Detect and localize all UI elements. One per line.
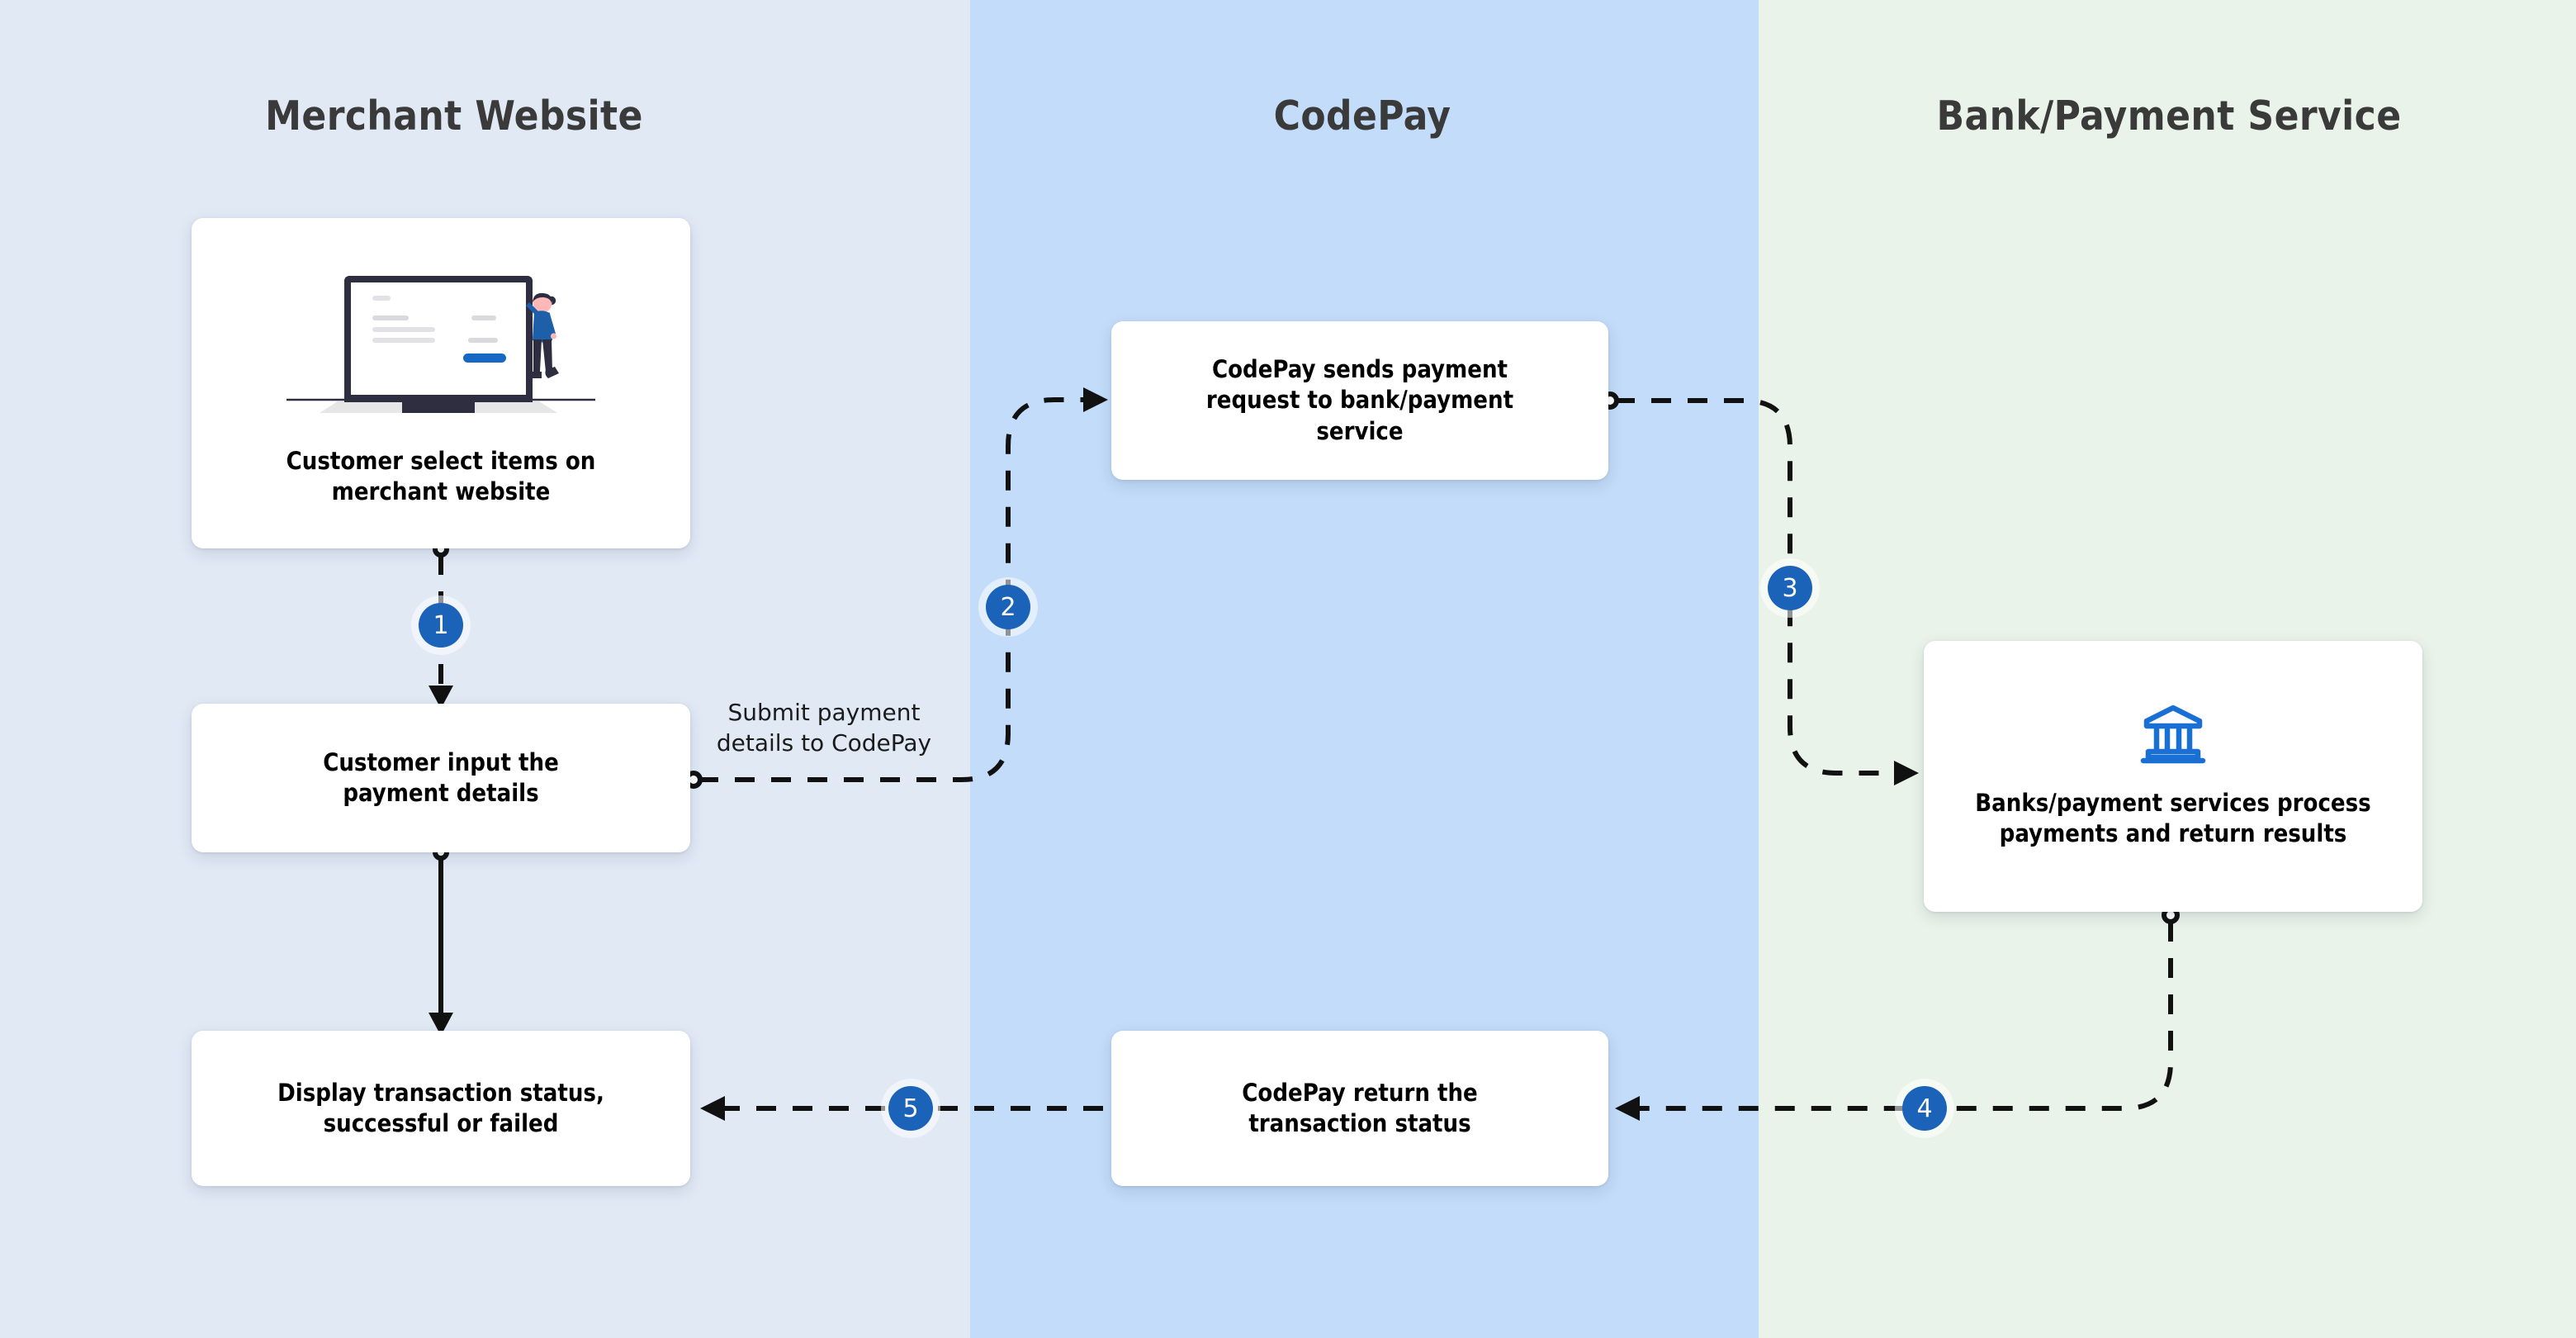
step-badge-2[interactable]: 2	[986, 585, 1030, 629]
node-codepay-return-transaction-status[interactable]: CodePay return the transaction status	[1111, 1031, 1608, 1186]
node-display-transaction-status[interactable]: Display transaction status, successful o…	[192, 1031, 690, 1186]
node-label: Customer select items on merchant websit…	[286, 446, 596, 505]
node-label: Display transaction status, successful o…	[277, 1078, 604, 1137]
step-badge-1[interactable]: 1	[419, 603, 463, 648]
lane-title-codepay: CodePay	[1273, 93, 1451, 140]
lane-title-bank-payment-service: Bank/Payment Service	[1936, 93, 2402, 140]
node-codepay-sends-payment-request[interactable]: CodePay sends payment request to bank/pa…	[1111, 321, 1608, 480]
step-badge-5[interactable]: 5	[888, 1086, 933, 1131]
lane-title-merchant-website: Merchant Website	[265, 93, 643, 140]
node-label: Banks/payment services process payments …	[1975, 788, 2371, 847]
flowchart-canvas: Merchant Website CodePay Bank/Payment Se…	[0, 0, 2576, 1338]
laptop-shopping-illustration	[213, 259, 669, 425]
node-label: CodePay return the transaction status	[1242, 1078, 1478, 1137]
node-label: CodePay sends payment request to bank/pa…	[1205, 355, 1514, 445]
node-label: Customer input the payment details	[323, 747, 559, 807]
node-customer-select-items[interactable]: Customer select items on merchant websit…	[192, 218, 690, 548]
step-badge-3[interactable]: 3	[1768, 566, 1812, 610]
node-customer-input-payment-details[interactable]: Customer input the payment details	[192, 704, 690, 852]
node-banks-process-payments[interactable]: Banks/payment services process payments …	[1924, 641, 2422, 912]
step-badge-4[interactable]: 4	[1902, 1086, 1947, 1131]
bank-icon	[2139, 704, 2207, 765]
edge-label-submit-payment-details: Submit payment details to CodePay	[716, 699, 932, 757]
